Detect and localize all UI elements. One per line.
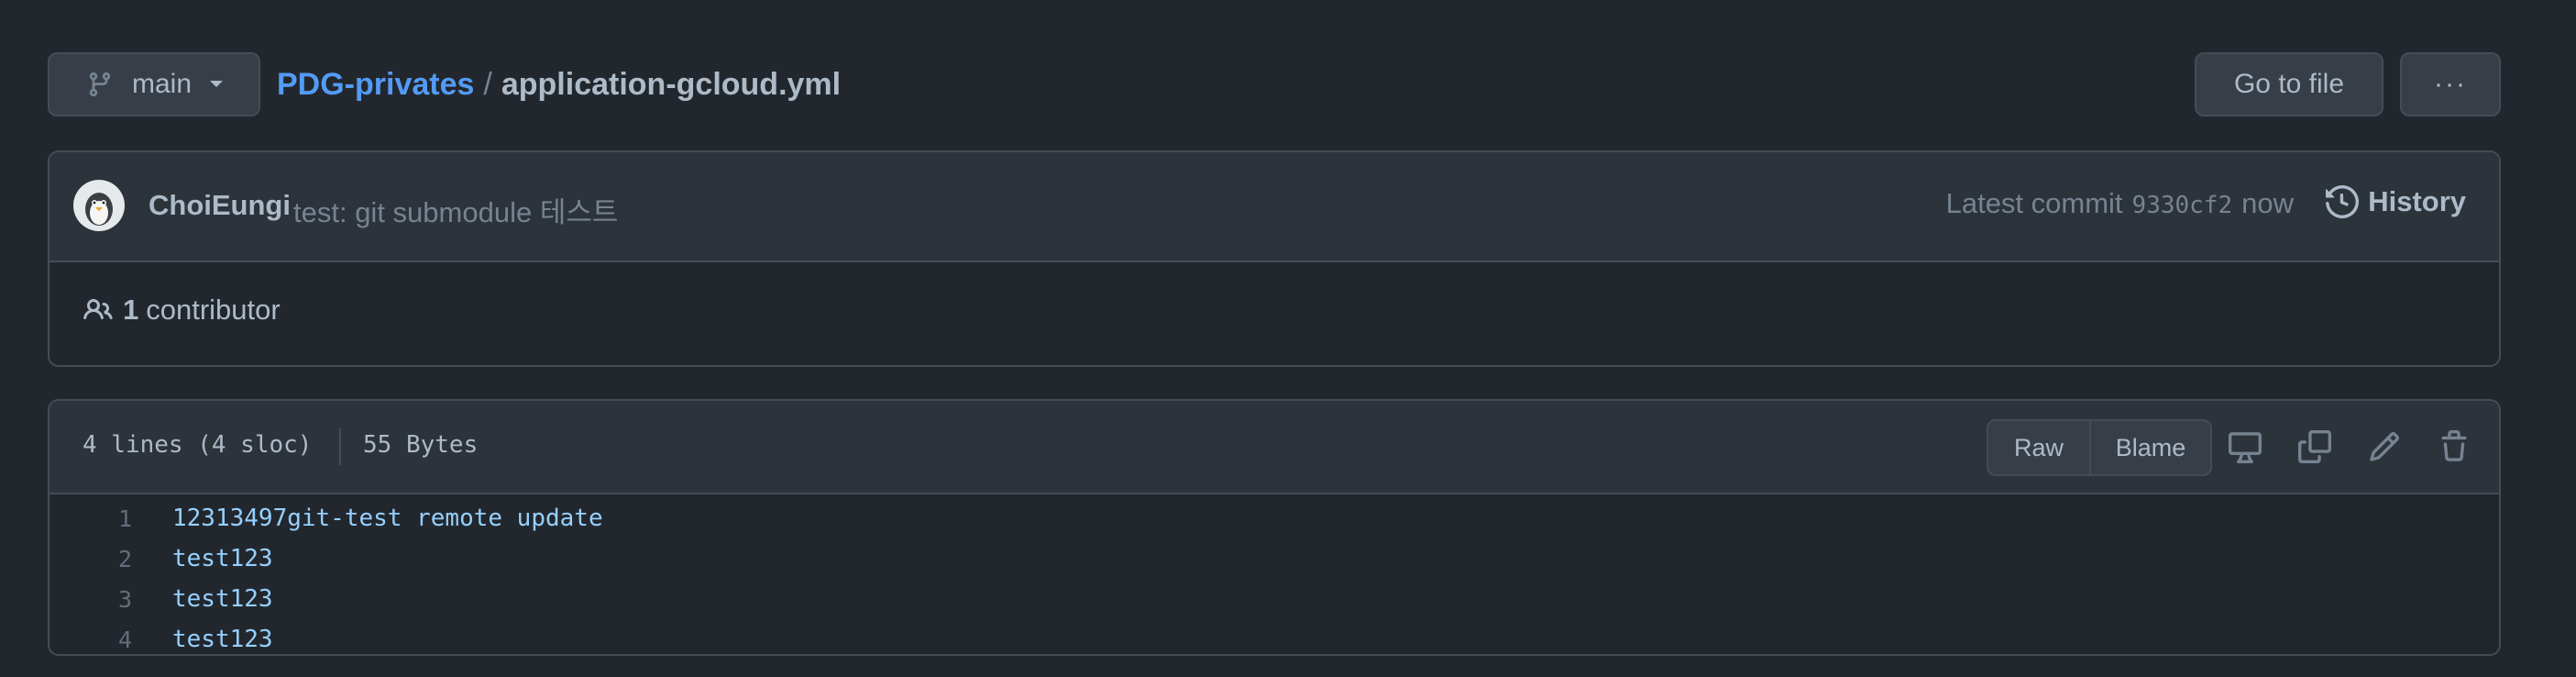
go-to-file-button[interactable]: Go to file: [2195, 52, 2383, 117]
commit-header: ChoiEungi test: git submodule 테스트 Latest…: [50, 152, 2499, 262]
file-info-divider: [339, 428, 341, 465]
latest-commit-info: Latest commit 9330cf2 now: [1946, 187, 2294, 220]
caret-down-icon: [208, 80, 225, 89]
trash-icon[interactable]: [2438, 430, 2471, 463]
contributor-label: contributor: [146, 294, 281, 326]
more-options-button[interactable]: ···: [2400, 52, 2501, 117]
file-name: application-gcloud.yml: [501, 66, 842, 102]
commit-author[interactable]: ChoiEungi: [149, 189, 291, 222]
file-lines-info: 4 lines (4 sloc): [83, 431, 313, 459]
raw-blame-group: Raw Blame: [1987, 419, 2212, 476]
contributor-count: 1: [123, 294, 139, 326]
line-content: test123: [172, 585, 273, 613]
git-branch-icon: [86, 70, 114, 99]
raw-button[interactable]: Raw: [1988, 421, 2091, 474]
code-line: 4 test123: [50, 619, 2499, 654]
pencil-icon[interactable]: [2368, 430, 2401, 463]
latest-commit-label: Latest commit: [1945, 187, 2123, 219]
contributors-row[interactable]: 1 contributor: [83, 294, 281, 327]
line-number[interactable]: 1: [50, 505, 132, 532]
repo-link[interactable]: PDG-privates: [277, 67, 474, 103]
line-number[interactable]: 2: [50, 546, 132, 572]
file-size: 55 Bytes: [363, 431, 479, 459]
code-line: 1 12313497git-test remote update: [50, 498, 2499, 538]
branch-selector-button[interactable]: main: [48, 52, 260, 117]
history-link[interactable]: History: [2326, 185, 2466, 218]
code-view: 1 12313497git-test remote update 2 test1…: [50, 493, 2499, 654]
line-content: test123: [172, 626, 273, 653]
code-line: 3 test123: [50, 579, 2499, 619]
raw-label: Raw: [2013, 433, 2064, 461]
line-number[interactable]: 3: [50, 586, 132, 613]
commit-time: now: [2241, 187, 2294, 219]
go-to-file-label: Go to file: [2233, 69, 2345, 99]
commit-sha[interactable]: 9330cf2: [2132, 192, 2233, 219]
branch-name: main: [132, 69, 193, 99]
commit-message[interactable]: test: git submodule 테스트: [293, 189, 618, 230]
commit-box: ChoiEungi test: git submodule 테스트 Latest…: [48, 150, 2501, 367]
line-content: 12313497git-test remote update: [172, 505, 603, 532]
avatar[interactable]: [73, 180, 125, 231]
breadcrumb: PDG-privates / application-gcloud.yml: [277, 64, 841, 105]
history-icon: [2326, 185, 2360, 218]
breadcrumb-separator: /: [483, 66, 492, 102]
history-label: History: [2368, 185, 2466, 217]
desktop-icon[interactable]: [2229, 430, 2262, 463]
file-box: 4 lines (4 sloc) 55 Bytes Raw Blame 1 12…: [48, 399, 2501, 656]
kebab-horizontal-icon: ···: [2434, 69, 2467, 99]
code-line: 2 test123: [50, 538, 2499, 579]
blame-button[interactable]: Blame: [2091, 421, 2210, 474]
people-icon: [83, 295, 114, 325]
copy-icon[interactable]: [2298, 430, 2331, 463]
line-content: test123: [172, 545, 273, 572]
blame-label: Blame: [2115, 433, 2186, 461]
file-header: 4 lines (4 sloc) 55 Bytes Raw Blame: [50, 401, 2499, 494]
line-number[interactable]: 4: [50, 627, 132, 653]
